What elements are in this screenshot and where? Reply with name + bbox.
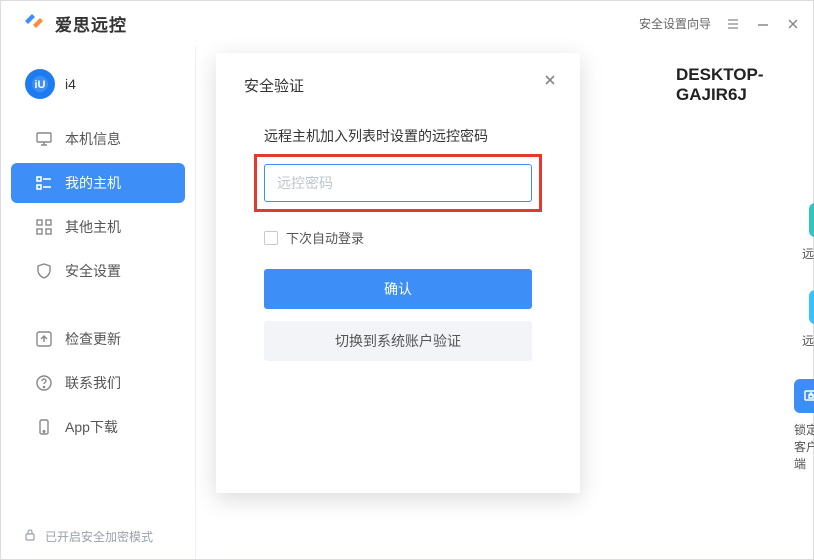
sidebar-item-contact[interactable]: 联系我们	[11, 363, 185, 403]
titlebar-right: 安全设置向导	[639, 15, 801, 32]
modal-prompt: 远程主机加入列表时设置的远控密码	[264, 126, 552, 146]
encryption-status: 已开启安全加密模式	[45, 528, 153, 545]
shield-icon	[35, 262, 53, 280]
action-label: 远程观看	[802, 245, 814, 262]
sidebar-item-other-hosts[interactable]: 其他主机	[11, 207, 185, 247]
list-icon	[35, 174, 53, 192]
sidebar-item-check-update[interactable]: 检查更新	[11, 319, 185, 359]
switch-auth-button[interactable]: 切换到系统账户验证	[264, 321, 532, 361]
brand: 爱思远控	[21, 8, 127, 39]
eye-icon	[809, 203, 814, 237]
sidebar-item-label: App下载	[65, 417, 118, 437]
password-input-wrap	[264, 164, 532, 202]
checkbox-label: 下次自动登录	[286, 228, 364, 247]
modal-title: 安全验证	[244, 75, 552, 96]
sidebar-item-label: 联系我们	[65, 373, 121, 393]
brand-logo-icon	[21, 8, 47, 39]
sidebar-item-my-hosts[interactable]: 我的主机	[11, 163, 185, 203]
confirm-button[interactable]: 确认	[264, 269, 532, 309]
lock-icon	[23, 528, 37, 545]
security-verify-dialog: 安全验证 远程主机加入列表时设置的远控密码 下次自动登录 确认 切换到系统账户验…	[216, 53, 580, 493]
sidebar-item-app-download[interactable]: App下载	[11, 407, 185, 447]
account-name: i4	[65, 76, 76, 92]
sidebar-footer: 已开启安全加密模式	[1, 514, 195, 559]
modal-close-button[interactable]	[542, 73, 558, 89]
menu-icon[interactable]	[725, 16, 741, 32]
sidebar-item-label: 安全设置	[65, 261, 121, 281]
setup-wizard-link[interactable]: 安全设置向导	[639, 15, 711, 32]
sidebar-item-label: 其他主机	[65, 217, 121, 237]
app-window: 爱思远控 安全设置向导 iU i4	[0, 0, 814, 560]
brand-title: 爱思远控	[55, 11, 127, 36]
power-icon	[809, 290, 814, 324]
actions-grid: 远程观看 文件传输 主机信息	[794, 203, 814, 349]
checkbox-icon	[264, 231, 278, 245]
sidebar-item-label: 本机信息	[65, 129, 121, 149]
avatar-icon: iU	[25, 69, 55, 99]
host-name: DESKTOP-GAJIR6J	[676, 65, 813, 105]
grid-icon	[35, 218, 53, 236]
upload-icon	[35, 330, 53, 348]
action-label: 远程重启	[802, 332, 814, 349]
close-icon[interactable]	[785, 16, 801, 32]
lock-client-row: 锁定客户端	[794, 379, 814, 472]
action-lock-client[interactable]: 锁定客户端	[794, 379, 814, 472]
auto-login-checkbox[interactable]: 下次自动登录	[264, 228, 552, 247]
monitor-icon	[35, 130, 53, 148]
minimize-icon[interactable]	[755, 16, 771, 32]
titlebar: 爱思远控 安全设置向导	[1, 1, 813, 47]
sidebar-item-security[interactable]: 安全设置	[11, 251, 185, 291]
nav: 本机信息 我的主机 其他主机	[1, 117, 195, 449]
sidebar: iU i4 本机信息 我的主机	[1, 47, 196, 559]
action-remote-restart[interactable]: 远程重启	[794, 290, 814, 349]
account-row[interactable]: iU i4	[1, 57, 195, 117]
lock-client-icon	[794, 379, 814, 413]
action-label: 锁定客户端	[794, 421, 814, 472]
password-input[interactable]	[264, 164, 532, 202]
svg-text:iU: iU	[35, 79, 46, 91]
nav-separator	[1, 293, 195, 317]
help-icon	[35, 374, 53, 392]
sidebar-item-label: 检查更新	[65, 329, 121, 349]
sidebar-item-label: 我的主机	[65, 173, 121, 193]
action-remote-view[interactable]: 远程观看	[794, 203, 814, 262]
sidebar-item-host-info[interactable]: 本机信息	[11, 119, 185, 159]
phone-icon	[35, 418, 53, 436]
